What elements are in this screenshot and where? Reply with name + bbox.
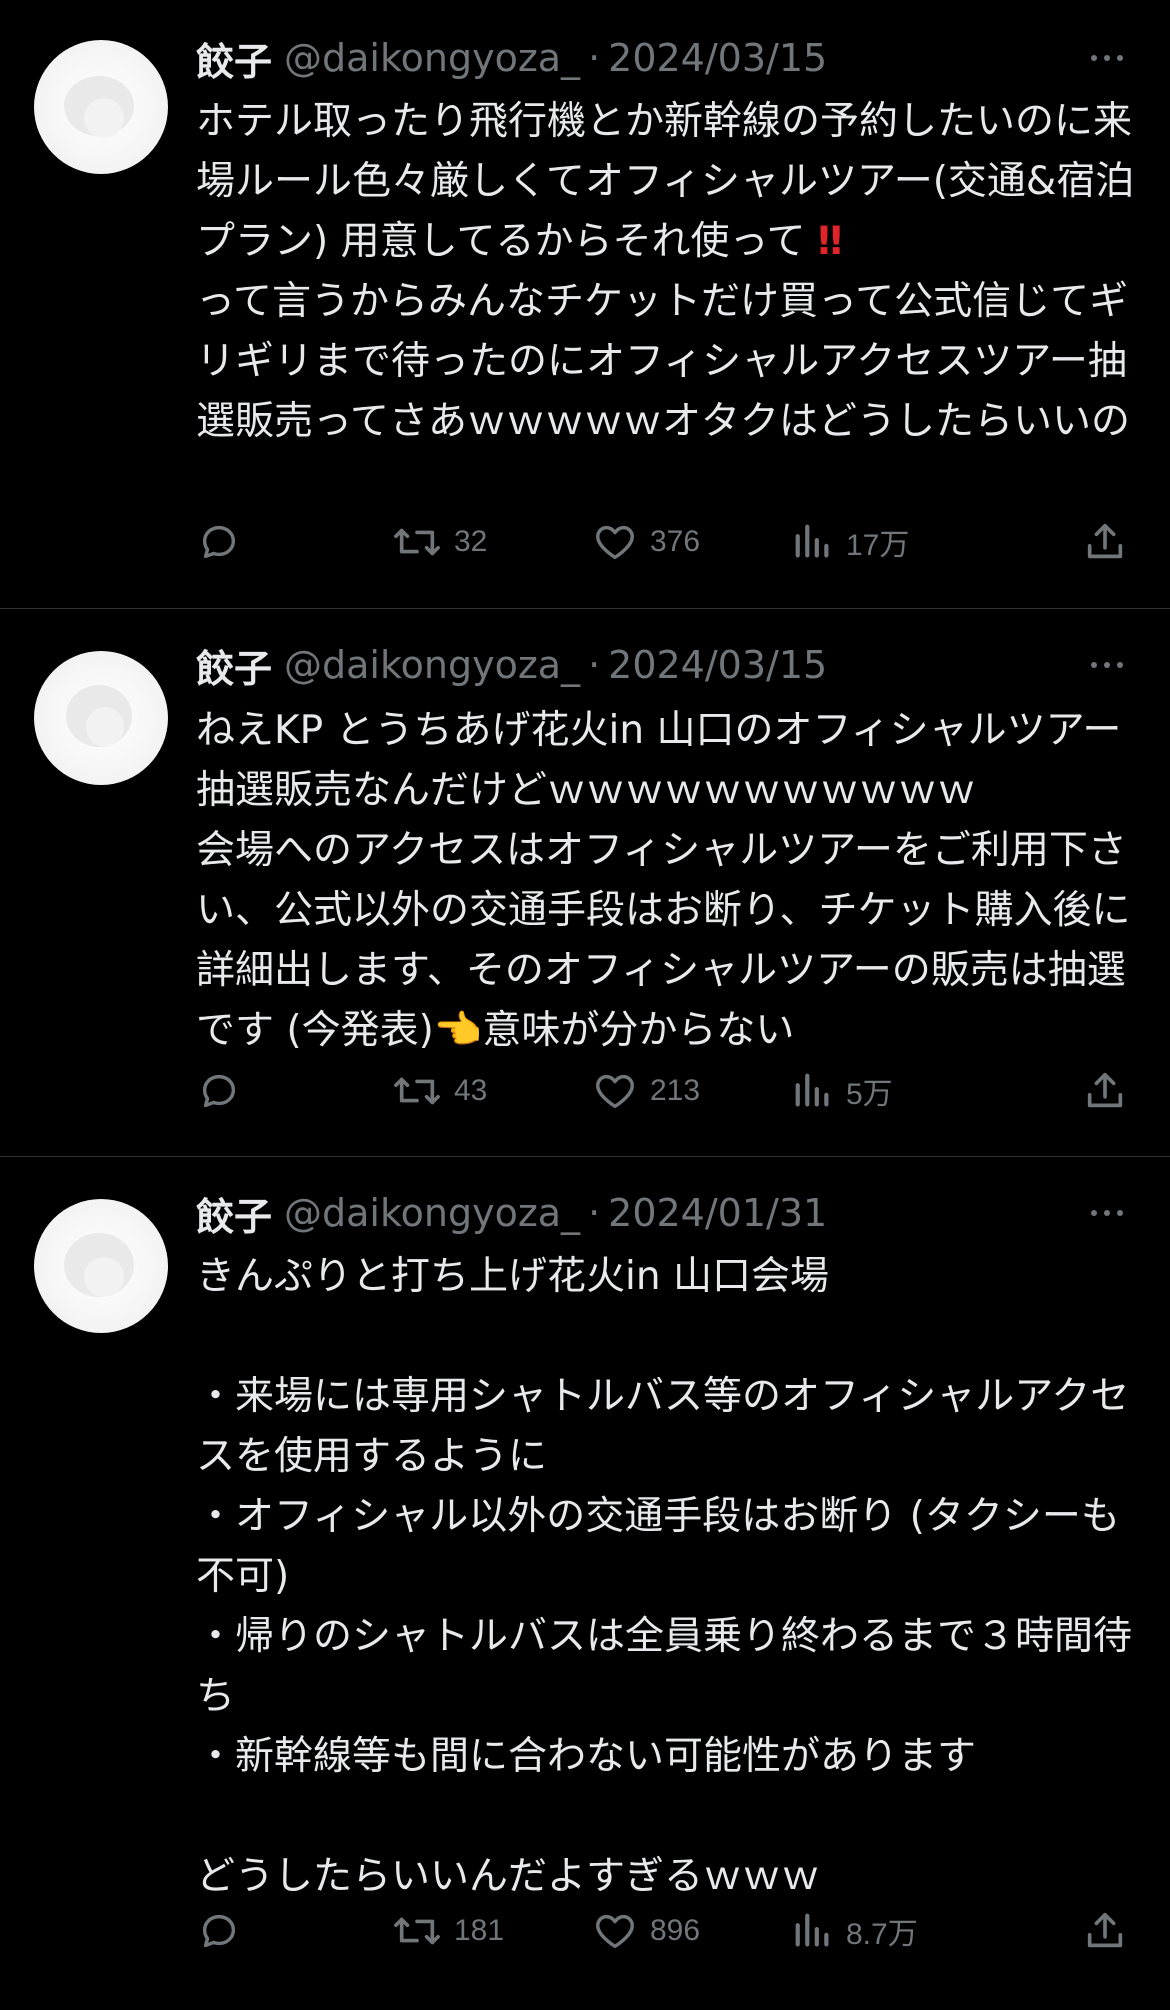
retweet-icon (394, 1077, 440, 1105)
author-handle[interactable]: @daikongyoza_ (284, 1191, 580, 1235)
tweet-3[interactable]: 餃子 @daikongyoza_ · 2024/01/31 きんぷりと打ち上げ花… (0, 1157, 1170, 2010)
more-icon[interactable] (1082, 1185, 1132, 1241)
tweet-date[interactable]: 2024/03/15 (608, 643, 827, 687)
reply-icon (202, 1074, 236, 1108)
retweet-button[interactable]: 32 (392, 512, 487, 572)
tweet-text-part: きんぷりと打ち上げ花火in 山口会場 ・来場には専用シャトルバス等のオフィシャル… (196, 1254, 1133, 1899)
views-button[interactable]: 8.7万 (792, 1901, 918, 1961)
share-icon (1087, 523, 1123, 559)
tweet-2[interactable]: 餃子 @daikongyoza_ · 2024/03/15 ねえKP とうちあげ… (0, 609, 1170, 1156)
retweet-count: 181 (454, 1914, 505, 1947)
share-icon (1087, 1072, 1123, 1108)
retweet-button[interactable]: 181 (392, 1901, 504, 1961)
views-chart-icon (795, 1073, 829, 1107)
avatar[interactable] (34, 651, 168, 785)
view-count: 8.7万 (846, 1918, 918, 1951)
retweet-button[interactable]: 43 (392, 1061, 487, 1121)
action-bar: 32 376 17万 (196, 512, 1136, 572)
views-chart-icon (795, 524, 829, 558)
author-handle[interactable]: @daikongyoza_ (284, 643, 580, 687)
share-button[interactable] (1082, 1061, 1128, 1121)
retweet-icon (394, 528, 440, 556)
views-button[interactable]: 17万 (792, 512, 909, 572)
more-icon[interactable] (1082, 637, 1132, 693)
avatar[interactable] (34, 40, 168, 174)
separator-dot: · (588, 643, 601, 687)
share-button[interactable] (1082, 1901, 1128, 1961)
retweet-icon (394, 1917, 440, 1945)
separator-dot: · (588, 36, 601, 80)
heart-icon (596, 525, 634, 560)
tweet-text-part: 意味が分からない (482, 1008, 795, 1053)
retweet-count: 32 (454, 525, 488, 558)
author-handle[interactable]: @daikongyoza_ (284, 36, 580, 80)
action-bar: 43 213 5万 (196, 1061, 1136, 1121)
heart-icon (596, 1074, 634, 1109)
like-button[interactable]: 896 (592, 1901, 700, 1961)
tweet-date[interactable]: 2024/01/31 (608, 1191, 827, 1235)
views-chart-icon (795, 1913, 829, 1947)
action-bar: 181 896 8.7万 (196, 1901, 1136, 1961)
like-button[interactable]: 213 (592, 1061, 700, 1121)
view-count: 17万 (846, 529, 910, 562)
author-name[interactable]: 餃子 (196, 638, 272, 693)
tweet-text: ホテル取ったり飛行機とか新幹線の予約したいのに来場ルール色々厳しくてオフィシャル… (196, 92, 1136, 452)
author-name[interactable]: 餃子 (196, 1186, 272, 1241)
view-count: 5万 (846, 1078, 893, 1111)
tweet-header: 餃子 @daikongyoza_ · 2024/01/31 (196, 1185, 827, 1241)
backhand-pointing-emoji: 👈 (433, 1008, 483, 1053)
reply-button[interactable] (196, 1901, 242, 1961)
retweet-count: 43 (454, 1074, 488, 1107)
like-button[interactable]: 376 (592, 512, 700, 572)
double-exclamation-emoji: ‼ (817, 219, 843, 264)
share-icon (1087, 1912, 1123, 1948)
like-count: 896 (650, 1914, 701, 1947)
reply-icon (202, 1914, 236, 1948)
reply-button[interactable] (196, 1061, 242, 1121)
share-button[interactable] (1082, 512, 1128, 572)
reply-button[interactable] (196, 512, 242, 572)
tweet-text: きんぷりと打ち上げ花火in 山口会場 ・来場には専用シャトルバス等のオフィシャル… (196, 1247, 1136, 1907)
like-count: 376 (650, 525, 701, 558)
views-button[interactable]: 5万 (792, 1061, 893, 1121)
tweet-header: 餃子 @daikongyoza_ · 2024/03/15 (196, 637, 827, 693)
tweet-text-part: って言うからみんなチケットだけ買って公式信じてギリギリまで待ったのにオフィシャル… (196, 279, 1131, 444)
tweet-date[interactable]: 2024/03/15 (608, 36, 827, 80)
tweet-1[interactable]: 餃子 @daikongyoza_ · 2024/03/15 ホテル取ったり飛行機… (0, 0, 1170, 608)
tweet-header: 餃子 @daikongyoza_ · 2024/03/15 (196, 30, 827, 86)
author-name[interactable]: 餃子 (196, 31, 272, 86)
separator-dot: · (588, 1191, 601, 1235)
heart-icon (596, 1914, 634, 1949)
reply-icon (202, 525, 236, 559)
more-icon[interactable] (1082, 30, 1132, 86)
tweet-text-part: ねえKP とうちあげ花火in 山口のオフィシャルツアー抽選販売なんだけどｗｗｗｗ… (196, 708, 1131, 1053)
avatar[interactable] (34, 1199, 168, 1333)
tweet-text: ねえKP とうちあげ花火in 山口のオフィシャルツアー抽選販売なんだけどｗｗｗｗ… (196, 701, 1136, 1061)
like-count: 213 (650, 1074, 701, 1107)
tweet-text-part: ホテル取ったり飛行機とか新幹線の予約したいのに来場ルール色々厳しくてオフィシャル… (196, 99, 1135, 264)
